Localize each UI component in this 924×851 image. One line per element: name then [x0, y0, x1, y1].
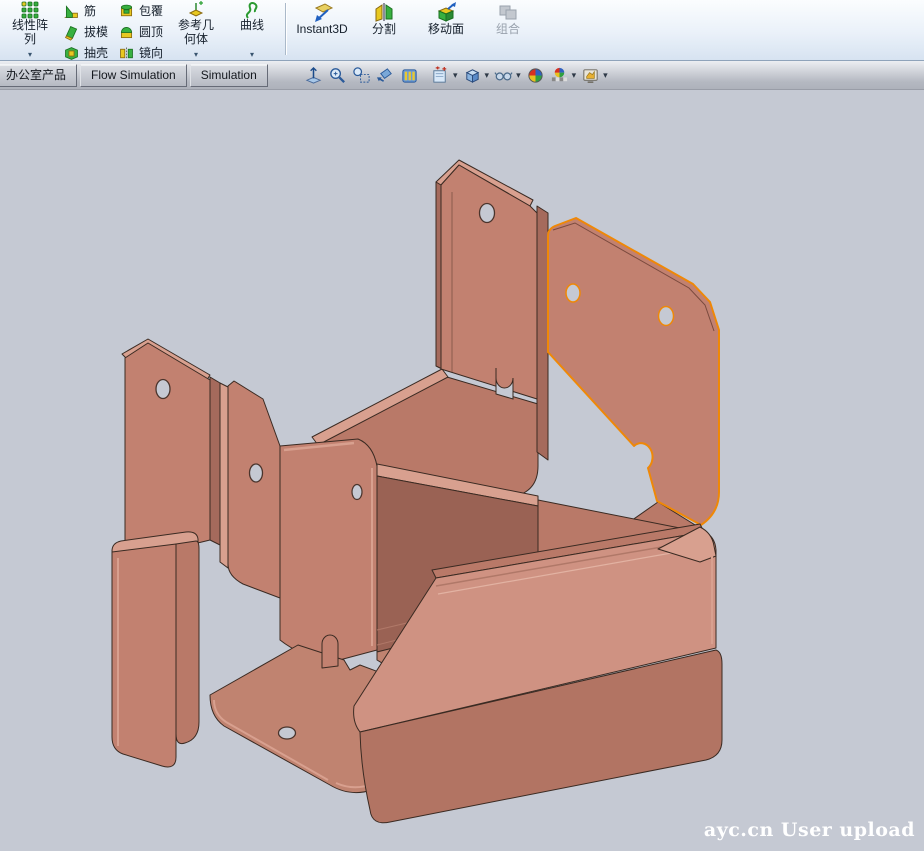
hole-selected-2	[659, 307, 674, 326]
toolbar-button-wrap[interactable]: 包覆	[113, 1, 168, 22]
linear-pattern-icon	[20, 1, 40, 19]
view-orientation-caret[interactable]: ▾	[453, 70, 458, 81]
tab-flow-simulation[interactable]: Flow Simulation	[80, 64, 187, 87]
hole-floor	[279, 727, 296, 739]
hole-second-plate	[250, 464, 263, 482]
section-view-icon[interactable]	[399, 64, 420, 86]
hide-show-items-caret[interactable]: ▾	[516, 70, 521, 81]
mirror-icon	[118, 45, 135, 62]
zoom-to-area-icon[interactable]	[351, 64, 372, 86]
draft-icon	[63, 24, 80, 41]
zoom-in-out-icon[interactable]	[327, 64, 348, 86]
previous-view-icon[interactable]	[375, 64, 396, 86]
reference-geometry-icon	[186, 1, 206, 19]
dropdown-caret[interactable]: ▾	[250, 51, 254, 59]
toolbar-button-linear-pattern[interactable]: 线性阵列 ▾	[2, 0, 58, 60]
display-style-icon[interactable]	[462, 64, 483, 86]
combine-icon	[496, 1, 520, 23]
dome-icon	[118, 24, 135, 41]
tab-office-products[interactable]: 办公室产品	[0, 64, 77, 87]
dropdown-caret[interactable]: ▾	[194, 51, 198, 59]
viewport-3d[interactable]: ayc.cn User upload	[0, 90, 924, 851]
toolbar-column-1: 筋 拔模 抽壳	[58, 0, 113, 64]
curves-icon	[242, 1, 262, 19]
toolbar-column-2: 包覆 圆顶 镜向	[113, 0, 168, 64]
apply-scene-icon[interactable]	[549, 64, 570, 86]
toolbar-button-move-face[interactable]: 移动面	[415, 0, 477, 48]
display-style-caret[interactable]: ▾	[485, 70, 490, 81]
view-settings-icon[interactable]	[580, 64, 601, 86]
split-icon	[372, 1, 396, 23]
edit-appearance-icon[interactable]	[525, 64, 546, 86]
dropdown-caret[interactable]: ▾	[28, 51, 32, 59]
tab-simulation[interactable]: Simulation	[190, 64, 268, 87]
hole-rear-plate	[480, 204, 495, 223]
shell-icon	[63, 45, 80, 62]
watermark: ayc.cn User upload	[704, 819, 915, 841]
rib-icon	[63, 3, 80, 20]
heads-up-view-toolbar: ▾ ▾ ▾	[303, 64, 609, 86]
view-orientation-icon[interactable]	[430, 64, 451, 86]
toolbar-button-combine: 组合	[477, 0, 539, 48]
wrap-icon	[118, 3, 135, 20]
toolbar-label: 线性阵列	[11, 19, 48, 47]
hole-wall	[352, 485, 362, 500]
sheet-metal-model[interactable]	[0, 90, 924, 851]
toolbar-button-reference-geometry[interactable]: 参考几何体 ▾	[168, 0, 224, 60]
hide-show-items-icon[interactable]	[493, 64, 514, 86]
toolbar-button-split[interactable]: 分割	[353, 0, 415, 48]
toolbar-button-instant3d[interactable]: Instant3D	[291, 0, 353, 48]
toolbar-button-rib[interactable]: 筋	[58, 1, 113, 22]
hole-left-plate	[156, 380, 170, 399]
toolbar-button-draft[interactable]: 拔模	[58, 22, 113, 43]
view-settings-caret[interactable]: ▾	[603, 70, 608, 81]
toolbar-button-dome[interactable]: 圆顶	[113, 22, 168, 43]
instant3d-icon	[310, 1, 334, 23]
toolbar-separator	[285, 3, 286, 55]
move-face-icon	[434, 1, 458, 23]
sheet-metal-part	[112, 160, 722, 823]
toolbar-button-curves[interactable]: 曲线 ▾	[224, 0, 280, 60]
apply-scene-caret[interactable]: ▾	[572, 70, 577, 81]
tab-strip: 办公室产品 Flow Simulation Simulation	[0, 61, 924, 90]
selected-face[interactable]	[548, 218, 719, 525]
hole-selected-1	[566, 284, 580, 302]
features-toolbar: 线性阵列 ▾ 筋 拔模	[0, 0, 924, 61]
zoom-to-fit-icon[interactable]	[303, 64, 324, 86]
